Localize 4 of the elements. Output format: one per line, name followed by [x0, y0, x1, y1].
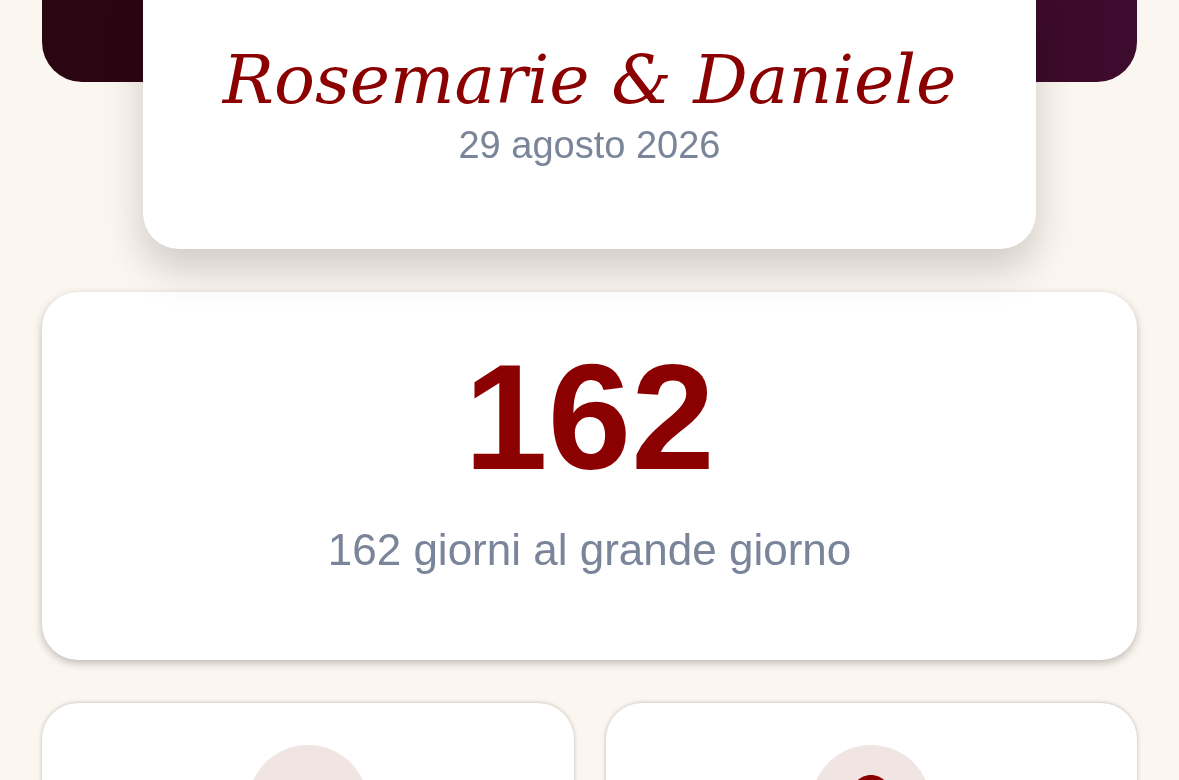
countdown-caption: 162 giorni al grande giorno	[327, 524, 852, 576]
days-count: 162	[464, 332, 715, 502]
wedding-date: 29 agosto 2026	[458, 123, 721, 168]
couple-names: Rosemarie & Daniele	[222, 40, 957, 120]
